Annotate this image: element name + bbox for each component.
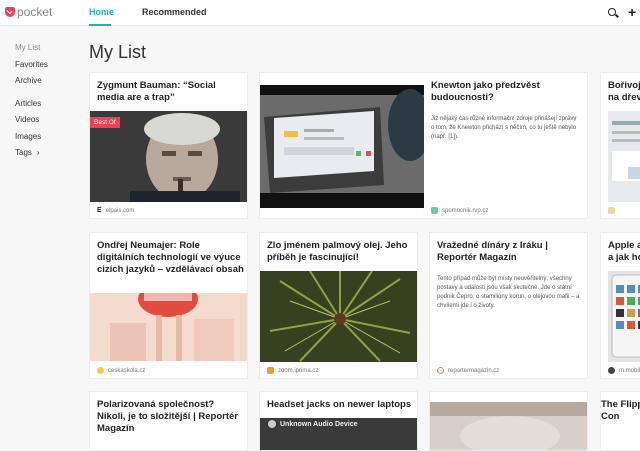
bulb-icon: [97, 367, 104, 374]
card-source[interactable]: ceskaskola.cz: [97, 367, 145, 374]
pocket-logo-icon: [5, 7, 15, 17]
card-title[interactable]: Headset jacks on newer laptops: [267, 399, 415, 411]
card-title[interactable]: Zygmunt Bauman: “Social media are a trap…: [97, 80, 242, 104]
sidebar-item-articles[interactable]: Articles: [15, 99, 48, 116]
article-card[interactable]: [429, 391, 588, 451]
source-domain: m.mobil: [619, 367, 640, 374]
top-bar: pocket Home Recommended +: [0, 0, 640, 26]
article-card[interactable]: Ondřej Neumajer: Role digitálních techno…: [89, 232, 248, 379]
mobil-favicon: [608, 367, 615, 374]
sidebar: My List Favorites Archive Articles Video…: [15, 43, 48, 165]
article-card[interactable]: Zygmunt Bauman: “Social media are a trap…: [89, 72, 248, 219]
article-card[interactable]: Apple aa jak ho m.mobil: [600, 232, 640, 379]
palm-image: [260, 271, 417, 362]
card-title[interactable]: Polarizovaná společnost? Nikoli, je to s…: [97, 399, 245, 435]
speaker-icon: [268, 420, 276, 428]
article-card[interactable]: Headset jacks on newer laptops Unknown A…: [259, 391, 418, 451]
sidebar-item-favorites[interactable]: Favorites: [15, 60, 48, 77]
source-domain: zoom.iprima.cz: [278, 367, 319, 374]
card-thumbnail[interactable]: [260, 271, 417, 362]
card-thumbnail[interactable]: Best Of: [90, 111, 247, 202]
card-title[interactable]: Vražedné dínáry z Iráku | Reportér Magaz…: [437, 240, 585, 264]
logo-text: pocket: [17, 5, 53, 19]
chevron-right-icon: ›: [36, 148, 40, 157]
card-thumbnail[interactable]: [608, 111, 640, 202]
tab-recommended[interactable]: Recommended: [142, 7, 207, 17]
source-favicon: [608, 207, 615, 214]
card-title[interactable]: Bořivoj na dřev: [608, 80, 640, 104]
photo-image: [430, 402, 587, 450]
best-of-badge: Best Of: [90, 117, 120, 128]
card-excerpt: Již nějaký čas různé informační zdroje p…: [431, 116, 577, 140]
sidebar-item-archive[interactable]: Archive: [15, 76, 48, 93]
iprima-favicon: [267, 367, 274, 374]
reporter-favicon: [437, 367, 444, 374]
sign-image: [90, 293, 247, 361]
card-thumbnail[interactable]: [90, 293, 247, 361]
article-card[interactable]: The Flipp Con: [600, 391, 640, 451]
elpais-favicon: E: [97, 207, 102, 214]
source-domain: ceskaskola.cz: [108, 367, 146, 374]
article-card[interactable]: Zlo jménem palmový olej. Jeho příběh je …: [259, 232, 418, 379]
card-excerpt: Tento případ může být místy neuvěřitelný…: [437, 276, 580, 309]
card-source[interactable]: reportermagazin.cz: [437, 367, 499, 374]
tab-home[interactable]: Home: [89, 7, 114, 17]
article-card[interactable]: Vražedné dínáry z Iráku | Reportér Magaz…: [429, 232, 588, 379]
sidebar-item-videos[interactable]: Videos: [15, 115, 48, 132]
card-title[interactable]: The Flipp Con: [601, 399, 640, 423]
card-thumbnail[interactable]: [608, 271, 640, 362]
active-tab-indicator: [89, 24, 111, 26]
source-domain: elpais.com: [105, 207, 135, 214]
search-icon[interactable]: [608, 8, 616, 16]
add-icon[interactable]: +: [628, 5, 636, 19]
sidebar-item-tags[interactable]: Tags ›: [15, 148, 48, 165]
card-title[interactable]: Apple aa jak ho: [608, 240, 640, 264]
audio-device-label: Unknown Audio Device: [280, 420, 358, 428]
card-source[interactable]: [608, 207, 615, 214]
software-image: [608, 111, 640, 202]
card-title[interactable]: Zlo jménem palmový olej. Jeho příběh je …: [267, 240, 415, 264]
audio-device-row: Unknown Audio Device: [268, 420, 358, 428]
sidebar-item-my-list[interactable]: My List: [15, 43, 48, 60]
card-source[interactable]: zoom.iprima.cz: [267, 367, 318, 374]
article-card[interactable]: Polarizovaná společnost? Nikoli, je to s…: [89, 391, 248, 451]
card-thumbnail[interactable]: [260, 85, 424, 208]
card-source[interactable]: spomocnik.rvp.cz: [431, 207, 488, 214]
page-title: My List: [89, 42, 147, 62]
card-source[interactable]: m.mobil: [608, 367, 640, 374]
source-domain: spomocnik.rvp.cz: [442, 207, 489, 214]
phone-image: [608, 271, 640, 362]
card-source[interactable]: E elpais.com: [97, 207, 134, 214]
rvp-favicon: [431, 207, 438, 214]
card-thumbnail[interactable]: [430, 402, 587, 450]
pocket-logo[interactable]: pocket: [5, 5, 52, 19]
laptop-image: [260, 85, 424, 208]
article-card[interactable]: Bořivoj na dřev: [600, 72, 640, 219]
source-domain: reportermagazin.cz: [448, 367, 500, 374]
card-title[interactable]: Ondřej Neumajer: Role digitálních techno…: [97, 240, 245, 276]
card-thumbnail[interactable]: Unknown Audio Device: [260, 418, 417, 450]
article-card[interactable]: Knewton jako předzvěst budoucnosti? Již …: [259, 72, 588, 219]
card-title[interactable]: Knewton jako předzvěst budoucnosti?: [431, 80, 581, 104]
sidebar-item-tags-label: Tags: [15, 148, 32, 157]
sidebar-item-images[interactable]: Images: [15, 132, 48, 149]
